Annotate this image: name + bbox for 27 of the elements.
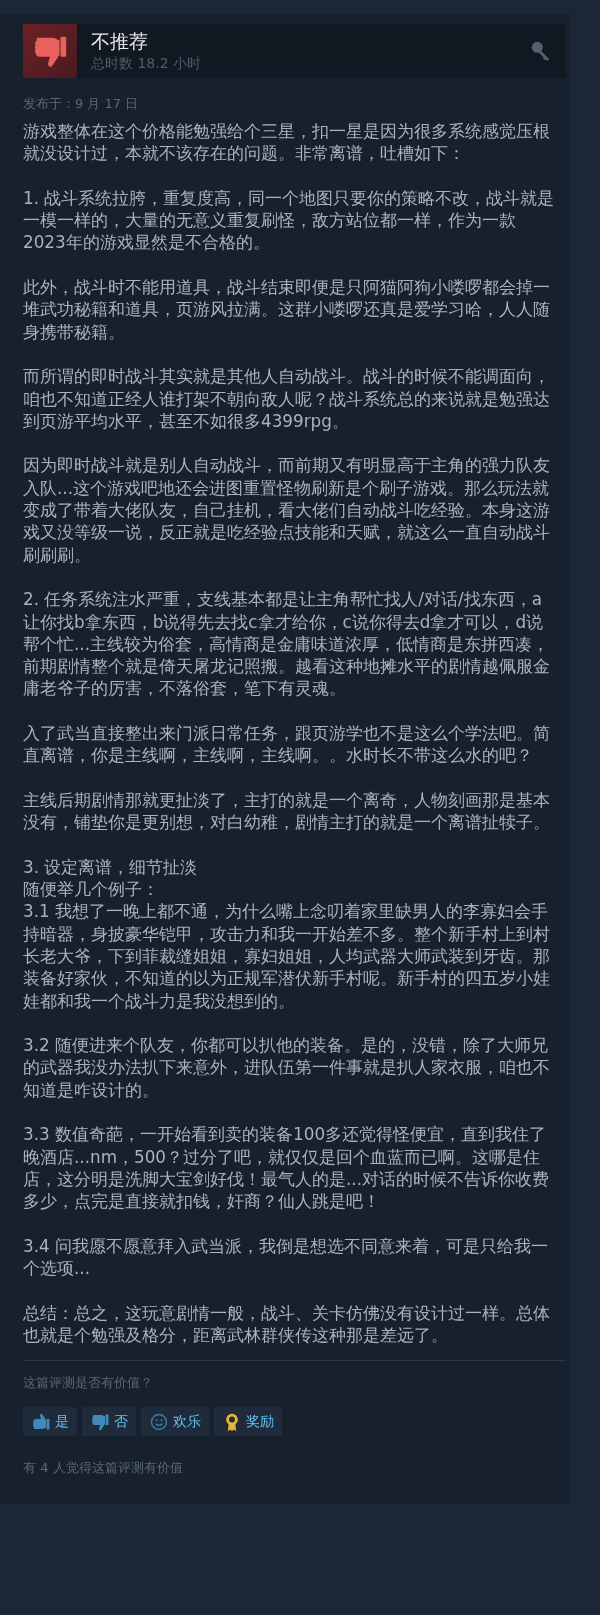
review-paragraph: 入了武当直接整出来门派日常任务，跟页游学也不是这么个学法吧。简直离谱，你是主线啊，主线啊，主线啊。。水时长不带这么水的吧？ xyxy=(23,722,551,767)
review-paragraph: 3. 设定离谱，细节扯淡 xyxy=(23,855,199,879)
review-paragraph: 1. 战斗系统拉胯，重复度高，同一个地图只要你的策略不改，战斗就是一模一样的，大量的无意义重复刷怪，敌方站位都一样，作为一款2023年的游戏显然是不合格的。 xyxy=(23,186,556,254)
review-paragraph: 3.3 数值奇葩，一开始看到卖的装备100多还觉得怪便宜，直到我住了晚酒店...nm，500？过分了吧，就仅仅是回个血蓝而已啊。这哪是住店，这分明是洗脚大宝剑好伐！最气人的是...对话的时候不告诉你收费多少，点完是直接就扣钱，奸商？仙人跳是吧！ xyxy=(23,1123,550,1213)
vote-button[interactable]: 否 xyxy=(82,1407,136,1437)
review-paragraph: 2. 任务系统注水严重，支线基本都是让主角帮忙找人/对话/找东西，a让你找b拿东西，b说得先去找c拿才给你，c说你得去d拿才可以，d说帮个忙...主线较为俗套，高情商是金庸味道浓厚，低情商是东拼西凑，前期剧情整个就是倚天屠龙记照搬。越看这种地摊水平的剧情越佩服金庸老爷子的厉害，不落俗套，笔下有灵魂。 xyxy=(23,588,551,700)
smiley-icon xyxy=(149,1411,169,1432)
review-paragraph: 此外，战斗时不能用道具，战斗结束即便是只阿猫阿狗小喽啰都会掉一堆武功秘籍和道具，页游风拉满。这群小喽啰还真是爱学习哈，人人随身携带秘籍。 xyxy=(23,276,551,343)
review-paragraph: 3.1 我想了一晚上都不通，为什么嘴上念叨着家里缺男人的李寡妇会手持暗器，身披豪华铠甲，攻击力和我一开始差不多。整个新手村上到村长老大爷，下到菲裁缝姐姐，寡妇姐姐，人均武器大师武装到牙齿。那装备好家伙，不知道的以为正规军潜伏新手村呢。新手村的四五岁小娃娃都和我一个战斗力是我没想到的。 xyxy=(23,900,551,1012)
review-paragraph: 3.4 问我愿不愿意拜入武当派，我倒是想选不同意来着，可是只给我一个选项... xyxy=(23,1234,550,1280)
vote-button[interactable]: 欢乐 xyxy=(141,1407,209,1437)
thumbs-up-icon xyxy=(31,1411,51,1432)
review-paragraph: 而所谓的即时战斗其实就是其他人自动战斗。战斗的时候不能调面向，咱也不知道正经人谁打架不朝向敌人呢？战斗系统总的来说就是勉强达到页游平均水平，甚至不如很多4399rpg。 xyxy=(23,365,551,433)
helpful-prompt: 这篇评测是否有价值？ xyxy=(23,1374,154,1393)
review-paragraph: 3.2 随便进来个队友，你都可以扒他的装备。是的，没错，除了大师兄的武器我没办法扒下来意外，进队伍第一件事就是扒人家衣服，咱也不知道是咋设计的。 xyxy=(23,1034,551,1102)
vote-button[interactable]: 是 xyxy=(23,1407,77,1437)
review-paragraph: 主线后期剧情那就更扯淡了，主打的就是一个离奇，人物刻画那是基本没有，铺垫你是更别想，对白幼稚，剧情主打的就是一个离谱扯犊子。 xyxy=(23,788,551,834)
review-paragraph: 总结：总之，这玩意剧情一般，战斗、关卡仿佛没有设计过一样。总体也就是个勉强及格分，距离武林群侠传这种那是差远了。 xyxy=(23,1301,551,1347)
posted-date: 发布于：9 月 17 日 xyxy=(23,95,140,113)
review-paragraph: 因为即时战斗就是别人自动战斗，而前期又有明显高于主角的强力队友入队...这个游戏吧地还会进图重置怪物刷新是个刷子游戏。那么玩法就变成了带着大佬队友，自己挂机，看大佬们自动战斗吃经验。本身这游戏又没等级一说，反正就是吃经验点技能和天赋，就这么一直自动战斗刷刷刷。 xyxy=(23,454,551,566)
review-paragraph: 游戏整体在这个价格能勉强给个三星，扣一星是因为很多系统感觉压根就没设计过，本就不该存在的问题。非常离谱，吐槽如下： xyxy=(23,120,551,165)
key-icon xyxy=(530,40,552,62)
verdict-title: 不推荐 xyxy=(91,29,149,53)
helpful-count: 有 4 人觉得这篇评测有价值 xyxy=(23,1459,184,1478)
vote-button[interactable]: 奖励 xyxy=(214,1407,282,1437)
hours-played: 总时数 18.2 小时 xyxy=(91,54,203,73)
review-paragraph: 随便举几个例子： xyxy=(23,878,160,901)
